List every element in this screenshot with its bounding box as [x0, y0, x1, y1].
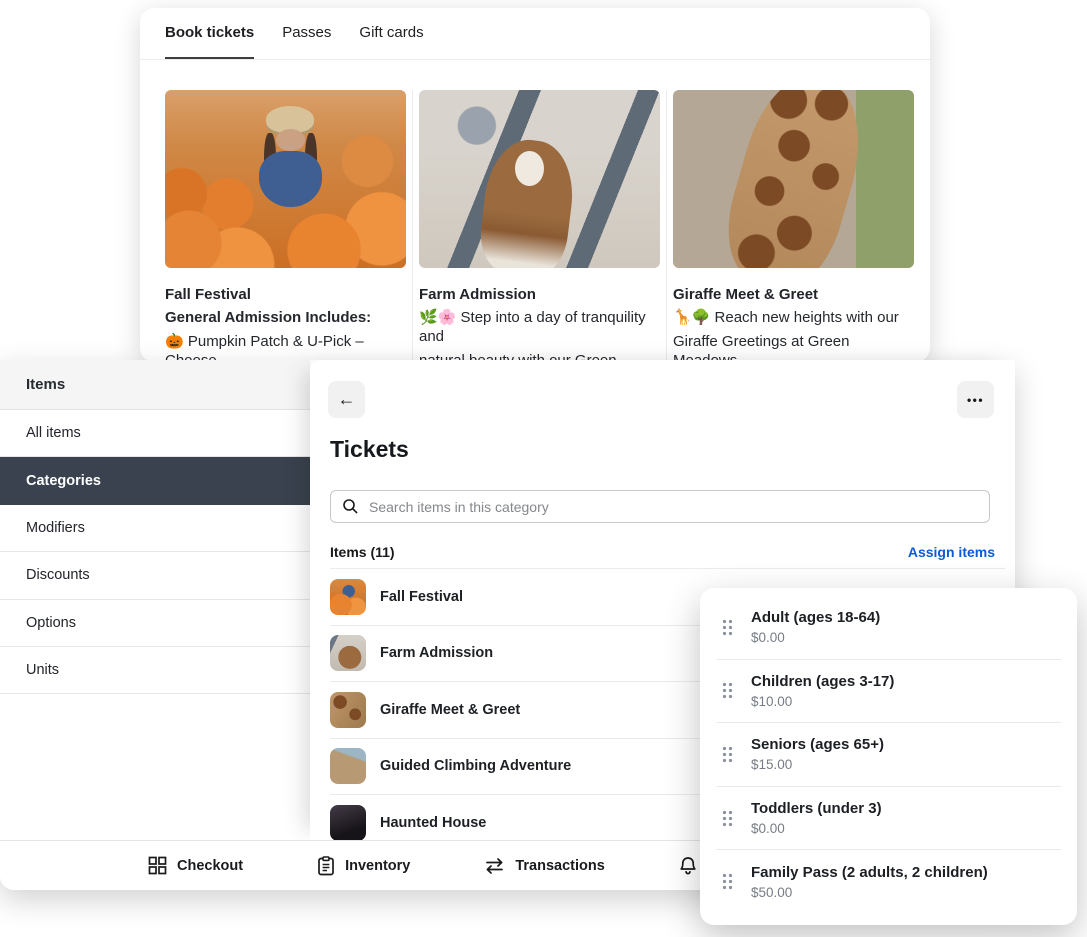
bell-icon	[679, 856, 697, 876]
variation-name: Adult (ages 18-64)	[751, 609, 880, 626]
card-description-line: 🌿🌸 Step into a day of tranquility and	[419, 308, 660, 346]
variation-price: $15.00	[751, 757, 884, 772]
tab-passes[interactable]: Passes	[282, 8, 331, 59]
variation-price: $10.00	[751, 694, 894, 709]
card-divider	[412, 90, 413, 362]
pumpkin-thumbnail	[330, 579, 366, 615]
product-card-farm-admission[interactable]: Farm Admission 🌿🌸 Step into a day of tra…	[419, 90, 660, 362]
card-description-line: General Admission Includes:	[165, 308, 406, 327]
nav-label: Transactions	[515, 858, 604, 874]
stage: Book tickets Passes Gift cards Fall Fest…	[0, 0, 1087, 937]
variation-name: Family Pass (2 adults, 2 children)	[751, 864, 988, 881]
card-title: Giraffe Meet & Greet	[673, 286, 914, 303]
items-list-header: Items (11) Assign items	[330, 544, 995, 560]
product-card-fall-festival[interactable]: Fall Festival General Admission Includes…	[165, 90, 406, 362]
variation-name: Children (ages 3-17)	[751, 673, 894, 690]
drag-handle-icon[interactable]	[722, 873, 733, 890]
card-title: Fall Festival	[165, 286, 406, 303]
drag-handle-icon[interactable]	[722, 810, 733, 827]
farm-admission-image	[419, 90, 660, 268]
items-count-label: Items (11)	[330, 544, 395, 560]
sidebar-item-all-items[interactable]: All items	[0, 410, 310, 457]
item-label: Farm Admission	[380, 645, 493, 661]
back-button[interactable]: ←	[328, 381, 365, 418]
variation-row-children[interactable]: Children (ages 3-17) $10.00	[700, 660, 1077, 723]
ellipsis-icon: •••	[967, 393, 984, 407]
sidebar-item-categories[interactable]: Categories	[0, 457, 310, 504]
search-icon	[342, 498, 358, 514]
back-arrow-icon: ←	[338, 389, 356, 410]
card-divider	[666, 90, 667, 362]
sidebar-title: Items	[0, 360, 310, 410]
climbing-wall-thumbnail	[330, 748, 366, 784]
item-label: Guided Climbing Adventure	[380, 758, 571, 774]
variation-name: Seniors (ages 65+)	[751, 736, 884, 753]
nav-label: Inventory	[345, 858, 410, 874]
variation-price: $0.00	[751, 821, 882, 836]
drag-handle-icon[interactable]	[722, 746, 733, 763]
booking-window: Book tickets Passes Gift cards Fall Fest…	[140, 8, 930, 362]
sidebar-item-units[interactable]: Units	[0, 647, 310, 694]
product-card-giraffe-meet-greet[interactable]: Giraffe Meet & Greet 🦒🌳 Reach new height…	[673, 90, 914, 362]
nav-inventory[interactable]: Inventory	[317, 856, 410, 876]
card-description-line: Giraffe Greetings at Green Meadows...	[673, 332, 914, 362]
image-detail	[259, 151, 322, 208]
card-description-line: 🎃 Pumpkin Patch & U-Pick – Choose...	[165, 332, 406, 362]
image-detail	[276, 129, 305, 150]
variation-row-family-pass[interactable]: Family Pass (2 adults, 2 children) $50.0…	[700, 850, 1077, 913]
item-label: Haunted House	[380, 815, 486, 831]
more-options-button[interactable]: •••	[957, 381, 994, 418]
double-arrows-icon	[484, 858, 505, 874]
tab-gift-cards[interactable]: Gift cards	[359, 8, 423, 59]
clipboard-icon	[317, 856, 335, 876]
giraffe-meet-greet-image	[673, 90, 914, 268]
variation-row-seniors[interactable]: Seniors (ages 65+) $15.00	[700, 723, 1077, 786]
nav-transactions[interactable]: Transactions	[484, 858, 604, 874]
variation-row-toddlers[interactable]: Toddlers (under 3) $0.00	[700, 787, 1077, 850]
assign-items-link[interactable]: Assign items	[908, 544, 995, 560]
search-input[interactable]	[330, 490, 990, 523]
image-detail	[714, 90, 878, 268]
item-label: Giraffe Meet & Greet	[380, 702, 520, 718]
sidebar-item-modifiers[interactable]: Modifiers	[0, 505, 310, 552]
haunted-house-thumbnail	[330, 805, 366, 840]
variation-row-adult[interactable]: Adult (ages 18-64) $0.00	[700, 596, 1077, 659]
variation-price: $50.00	[751, 885, 988, 900]
drag-handle-icon[interactable]	[722, 682, 733, 699]
category-title: Tickets	[330, 436, 409, 463]
card-title: Farm Admission	[419, 286, 660, 303]
tab-book-tickets[interactable]: Book tickets	[165, 8, 254, 59]
nav-checkout[interactable]: Checkout	[148, 856, 243, 875]
giraffe-thumbnail	[330, 692, 366, 728]
sidebar-item-discounts[interactable]: Discounts	[0, 552, 310, 599]
card-description-line: 🦒🌳 Reach new heights with our	[673, 308, 914, 327]
grid-icon	[148, 856, 167, 875]
search-field-wrap	[330, 490, 990, 523]
item-label: Fall Festival	[380, 589, 463, 605]
items-sidebar: Items All items Categories Modifiers Dis…	[0, 360, 310, 840]
fall-festival-image	[165, 90, 406, 268]
variation-name: Toddlers (under 3)	[751, 800, 882, 817]
variations-panel: Adult (ages 18-64) $0.00 Children (ages …	[700, 588, 1077, 925]
variation-price: $0.00	[751, 630, 880, 645]
nav-label: Checkout	[177, 858, 243, 874]
goat-thumbnail	[330, 635, 366, 671]
sidebar-item-options[interactable]: Options	[0, 600, 310, 647]
booking-tab-bar: Book tickets Passes Gift cards	[140, 8, 930, 60]
drag-handle-icon[interactable]	[722, 619, 733, 636]
